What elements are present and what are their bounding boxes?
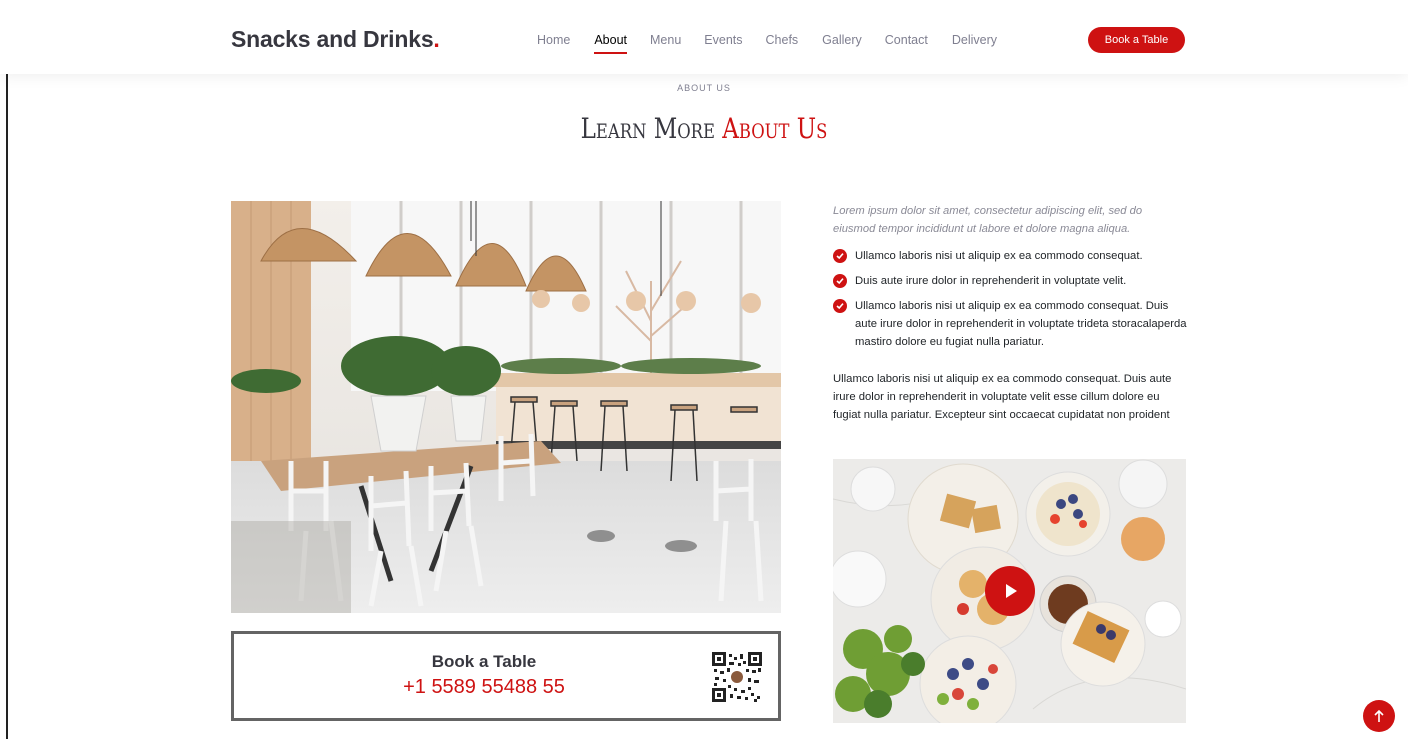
scroll-top-button[interactable] <box>1363 700 1395 732</box>
section-title: Learn More About Us <box>127 112 1282 145</box>
section-title-part1: Learn More <box>580 112 715 145</box>
arrow-up-icon <box>1374 709 1384 722</box>
list-item: Ullamco laboris nisi ut aliquip ex ea co… <box>833 297 1188 351</box>
list-item-text: Ullamco laboris nisi ut aliquip ex ea co… <box>855 250 1143 262</box>
list-item: Ullamco laboris nisi ut aliquip ex ea co… <box>833 247 1188 265</box>
nav-gallery[interactable]: Gallery <box>822 33 862 55</box>
logo[interactable]: Snacks and Drinks. <box>231 26 440 53</box>
logo-text: Snacks and Drinks <box>231 26 434 52</box>
main-nav: Home About Menu Events Chefs Gallery Con… <box>537 33 997 55</box>
about-lead: Lorem ipsum dolor sit amet, consectetur … <box>833 205 1143 235</box>
list-item-text: Ullamco laboris nisi ut aliquip ex ea co… <box>855 300 1187 348</box>
list-item: Duis aute irure dolor in reprehenderit i… <box>833 272 1188 290</box>
section-subtitle: ABOUT US <box>677 83 731 93</box>
qr-code-icon <box>712 652 762 702</box>
cafe-interior-image <box>231 201 781 613</box>
check-circle-icon <box>833 249 847 263</box>
window-left-border <box>6 0 8 739</box>
book-table-button[interactable]: Book a Table <box>1088 27 1185 53</box>
nav-delivery[interactable]: Delivery <box>952 33 997 55</box>
nav-events[interactable]: Events <box>704 33 742 55</box>
nav-home[interactable]: Home <box>537 33 570 55</box>
nav-contact[interactable]: Contact <box>885 33 928 55</box>
section-title-part2: About Us <box>722 112 828 145</box>
nav-about[interactable]: About <box>594 33 627 55</box>
nav-chefs[interactable]: Chefs <box>766 33 799 55</box>
nav-menu[interactable]: Menu <box>650 33 681 55</box>
booking-box: Book a Table +1 5589 55488 55 <box>231 631 781 721</box>
site-header: Snacks and Drinks. Home About Menu Event… <box>0 0 1408 74</box>
play-icon <box>1006 584 1017 598</box>
booking-title: Book a Table <box>431 652 537 671</box>
feature-list: Ullamco laboris nisi ut aliquip ex ea co… <box>833 247 1188 358</box>
list-item-text: Duis aute irure dolor in reprehenderit i… <box>855 275 1127 287</box>
booking-phone[interactable]: +1 5589 55488 55 <box>234 676 734 699</box>
about-paragraph: Ullamco laboris nisi ut aliquip ex ea co… <box>833 373 1172 421</box>
play-video-button[interactable] <box>985 566 1035 616</box>
check-circle-icon <box>833 274 847 288</box>
check-circle-icon <box>833 299 847 313</box>
logo-dot: . <box>433 26 440 52</box>
